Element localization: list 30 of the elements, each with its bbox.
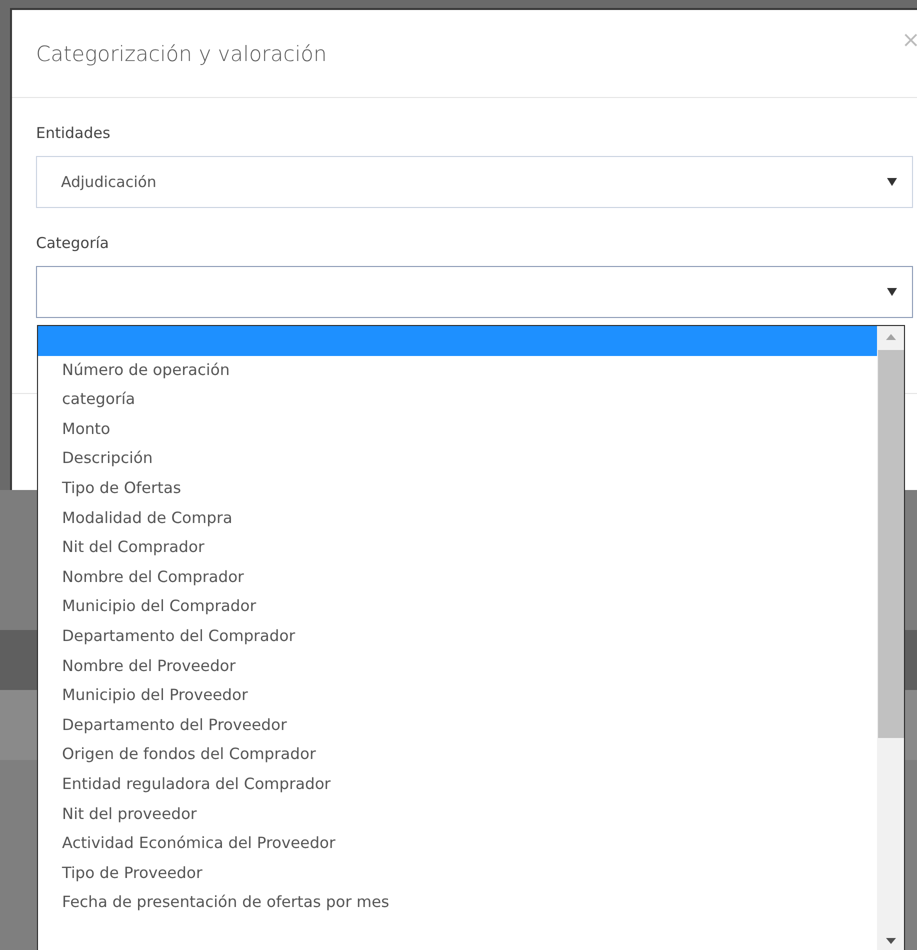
scrollbar-thumb[interactable] (878, 350, 904, 738)
scroll-up-icon[interactable] (886, 334, 896, 340)
dropdown-option[interactable]: Departamento del Proveedor (38, 710, 877, 740)
dropdown-option[interactable]: Departamento del Comprador (38, 622, 877, 652)
dropdown-option[interactable]: Tipo de Ofertas (38, 474, 877, 504)
dropdown-option[interactable]: Municipio del Proveedor (38, 681, 877, 711)
dialog-title: Categorización y valoración (36, 42, 327, 66)
dropdown-option[interactable]: Monto (38, 414, 877, 444)
dropdown-option[interactable]: Entidad reguladora del Comprador (38, 770, 877, 800)
dropdown-option[interactable]: Origen de fondos del Comprador (38, 740, 877, 770)
select-field[interactable]: Adjudicación (36, 156, 913, 208)
dropdown-option[interactable]: Número de operación (38, 356, 877, 386)
dropdown-option[interactable]: Nombre del Comprador (38, 562, 877, 592)
dropdown-option[interactable]: Actividad Económica del Proveedor (38, 829, 877, 859)
dropdown-option[interactable]: Nombre del Proveedor (38, 652, 877, 682)
dropdown-option[interactable]: Nit del proveedor (38, 800, 877, 830)
caret-icon (887, 178, 897, 186)
select-field[interactable] (36, 266, 913, 318)
dropdown-option[interactable]: Nit del Comprador (38, 533, 877, 563)
scrollbar[interactable] (877, 326, 904, 950)
dropdown-option[interactable]: Modalidad de Compra (38, 504, 877, 534)
field-label: Categoría (36, 233, 110, 254)
dropdown-option[interactable]: categoría (38, 385, 877, 415)
field-label: Entidades (36, 123, 112, 144)
scroll-down-icon[interactable] (886, 938, 896, 944)
dropdown-option[interactable]: Fecha de presentación de ofertas por mes (38, 888, 877, 918)
dropdown-option[interactable]: Tipo de Proveedor (38, 858, 877, 888)
dropdown-option[interactable]: Municipio del Comprador (38, 592, 877, 622)
caret-icon (887, 288, 897, 296)
dropdown-option[interactable]: Descripción (38, 444, 877, 474)
